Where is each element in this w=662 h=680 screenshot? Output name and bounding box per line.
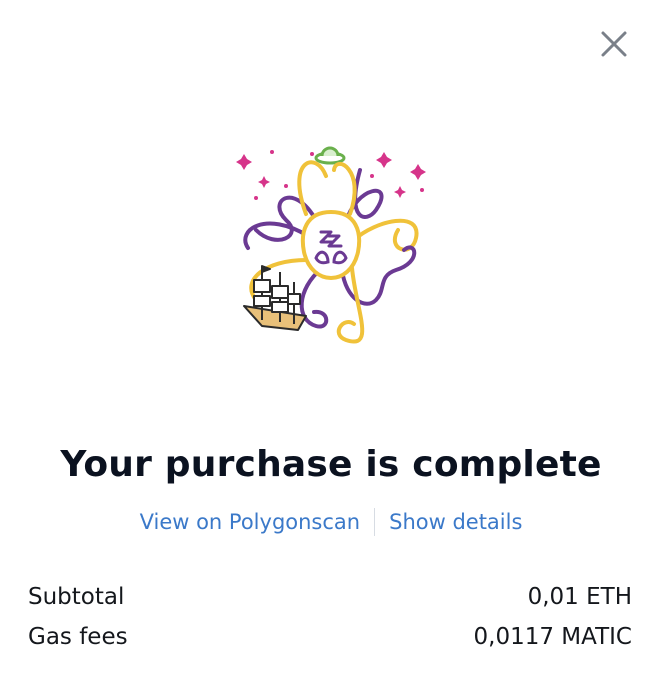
ship-icon: [243, 265, 307, 331]
show-details-link[interactable]: Show details: [389, 510, 522, 534]
page-title: Your purchase is complete: [60, 444, 602, 485]
ufo-icon: [314, 146, 346, 165]
subtotal-label: Subtotal: [28, 584, 125, 610]
subtotal-value: 0,01 ETH: [527, 584, 632, 610]
gas-fees-label: Gas fees: [28, 624, 128, 650]
gas-fees-row: Gas fees 0,0117 MATIC: [28, 624, 632, 650]
links-row: View on Polygonscan Show details: [0, 508, 662, 536]
divider: [374, 508, 376, 536]
octopus-head: [300, 209, 362, 281]
octopus-illustration: [226, 140, 436, 350]
gas-fees-value: 0,0117 MATIC: [473, 624, 632, 650]
view-on-polygonscan-link[interactable]: View on Polygonscan: [140, 510, 361, 534]
close-icon: [601, 31, 627, 57]
close-button[interactable]: [598, 28, 630, 60]
subtotal-row: Subtotal 0,01 ETH: [28, 584, 632, 610]
sparkles: [236, 150, 426, 200]
